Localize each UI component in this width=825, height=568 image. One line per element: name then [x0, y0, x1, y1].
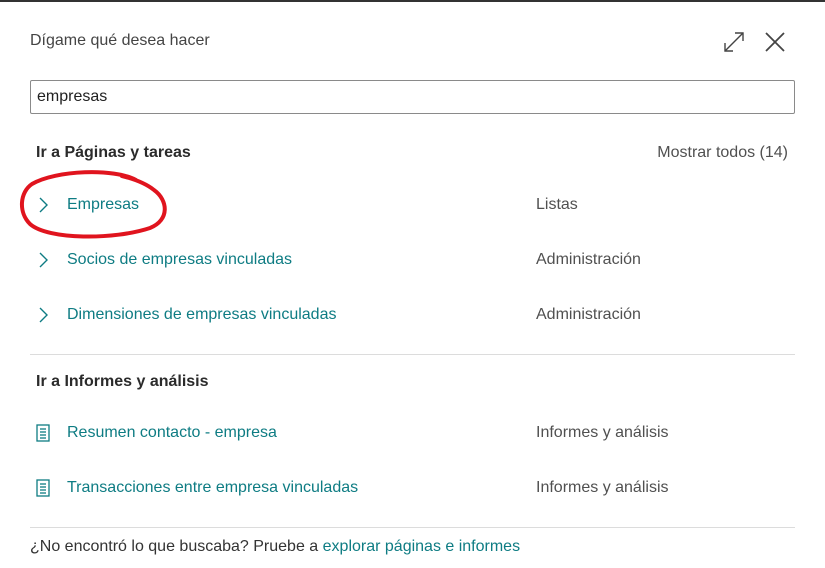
- result-category: Informes y análisis: [536, 479, 669, 496]
- result-row-dimensiones[interactable]: Dimensiones de empresas vinculadas Admin…: [30, 295, 795, 335]
- result-label[interactable]: Empresas: [67, 196, 139, 214]
- pages-section-title: Ir a Páginas y tareas: [36, 144, 191, 161]
- chevron-right-icon: [34, 250, 52, 270]
- search-input[interactable]: [30, 80, 795, 114]
- result-row-transacciones[interactable]: Transacciones entre empresa vinculadas I…: [30, 468, 795, 508]
- show-all-link[interactable]: Mostrar todos (14): [657, 144, 788, 162]
- chevron-right-icon: [34, 305, 52, 325]
- result-row-empresas[interactable]: Empresas Listas: [30, 185, 795, 225]
- close-icon[interactable]: [762, 29, 788, 55]
- footer-divider: [30, 527, 795, 528]
- footer-text: ¿No encontró lo que buscaba? Pruebe a: [30, 538, 323, 555]
- result-label[interactable]: Dimensiones de empresas vinculadas: [67, 306, 336, 324]
- explore-link[interactable]: explorar páginas e informes: [323, 538, 520, 555]
- result-row-socios[interactable]: Socios de empresas vinculadas Administra…: [30, 240, 795, 280]
- result-category: Informes y análisis: [536, 424, 669, 441]
- window-top-border: [0, 0, 825, 2]
- result-label[interactable]: Resumen contacto - empresa: [67, 424, 277, 442]
- result-row-resumen-contacto[interactable]: Resumen contacto - empresa Informes y an…: [30, 413, 795, 453]
- expand-icon[interactable]: [722, 30, 746, 54]
- result-label[interactable]: Socios de empresas vinculadas: [67, 251, 292, 269]
- footer: ¿No encontró lo que buscaba? Pruebe a ex…: [30, 538, 520, 556]
- report-icon: [34, 423, 52, 443]
- dialog-title: Dígame qué desea hacer: [30, 32, 210, 49]
- report-icon: [34, 478, 52, 498]
- result-category: Administración: [536, 251, 641, 268]
- result-label[interactable]: Transacciones entre empresa vinculadas: [67, 479, 358, 497]
- chevron-right-icon: [34, 195, 52, 215]
- result-category: Administración: [536, 306, 641, 323]
- reports-section-title: Ir a Informes y análisis: [36, 373, 209, 390]
- result-category: Listas: [536, 196, 578, 213]
- section-divider: [30, 354, 795, 355]
